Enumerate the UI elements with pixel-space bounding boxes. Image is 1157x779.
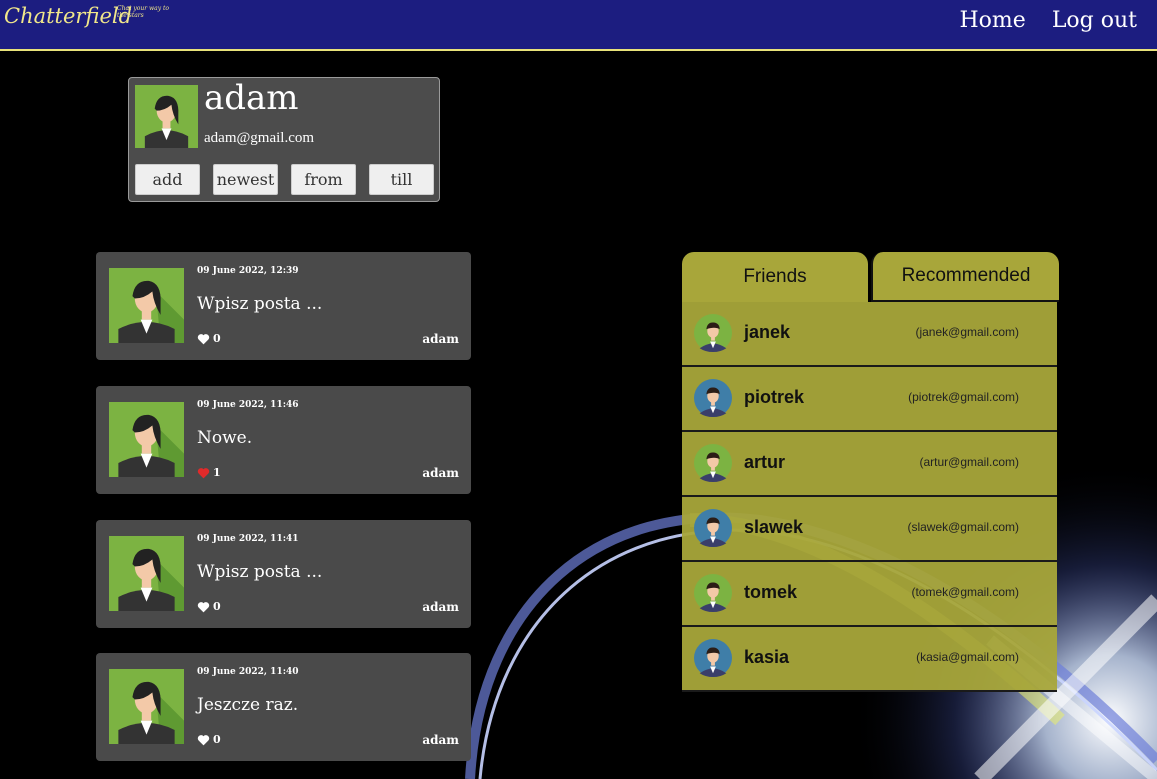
post-author-avatar-icon	[109, 536, 184, 611]
heart-icon	[197, 467, 210, 478]
man-blue-avatar-icon	[694, 639, 732, 677]
profile-card: adam adam@gmail.com add newest from till	[128, 77, 440, 202]
post-author[interactable]: adam	[422, 332, 459, 346]
heart-icon	[197, 601, 210, 612]
post-text: Wpisz posta ...	[197, 294, 323, 314]
brand-logo[interactable]: Chatterfield	[4, 4, 132, 28]
friends-tabs: Friends Recommended	[682, 252, 1059, 302]
friend-email: (artur@gmail.com)	[919, 455, 1019, 469]
friend-email: (kasia@gmail.com)	[916, 650, 1019, 664]
post-text: Wpisz posta ...	[197, 562, 323, 582]
like-count: 0	[213, 733, 221, 746]
user-avatar-icon	[135, 85, 198, 148]
friend-item[interactable]: slawek (slawek@gmail.com)	[682, 497, 1057, 562]
friend-name[interactable]: kasia	[744, 647, 789, 668]
friend-name[interactable]: piotrek	[744, 387, 804, 408]
post-author-avatar-icon	[109, 669, 184, 744]
friend-item[interactable]: tomek (tomek@gmail.com)	[682, 562, 1057, 627]
man-blue-avatar-icon	[694, 509, 732, 547]
friend-name[interactable]: tomek	[744, 582, 797, 603]
like-count: 0	[213, 332, 221, 345]
friend-item[interactable]: piotrek (piotrek@gmail.com)	[682, 367, 1057, 432]
man-green-avatar-icon	[694, 574, 732, 612]
friend-email: (janek@gmail.com)	[915, 325, 1019, 339]
till-button[interactable]: till	[369, 164, 434, 195]
post-date: 09 June 2022, 12:39	[197, 266, 299, 276]
friend-item[interactable]: janek (janek@gmail.com)	[682, 302, 1057, 367]
post-date: 09 June 2022, 11:40	[197, 667, 299, 677]
post-author[interactable]: adam	[422, 733, 459, 747]
like-count: 1	[213, 466, 221, 479]
logout-link[interactable]: Log out	[1052, 8, 1137, 33]
brand-tagline: Chat your way to the stars	[117, 5, 170, 19]
woman-green-avatar-icon	[694, 444, 732, 482]
friend-email: (slawek@gmail.com)	[907, 520, 1019, 534]
man-blue-avatar-icon	[694, 379, 732, 417]
from-button[interactable]: from	[291, 164, 356, 195]
profile-name: adam	[204, 78, 299, 118]
post-author-avatar-icon	[109, 402, 184, 477]
post-date: 09 June 2022, 11:46	[197, 400, 299, 410]
profile-actions: add newest from till	[135, 164, 434, 195]
post-author-avatar-icon	[109, 268, 184, 343]
add-button[interactable]: add	[135, 164, 200, 195]
tab-recommended[interactable]: Recommended	[871, 252, 1059, 302]
post-card[interactable]: 09 June 2022, 11:46 Nowe. 1 adam	[96, 386, 471, 494]
profile-email: adam@gmail.com	[204, 130, 315, 146]
friend-item[interactable]: artur (artur@gmail.com)	[682, 432, 1057, 497]
home-link[interactable]: Home	[960, 8, 1026, 33]
main-nav: Home Log out	[960, 8, 1138, 33]
post-card[interactable]: 09 June 2022, 11:41 Wpisz posta ... 0 ad…	[96, 520, 471, 628]
like-button[interactable]: 0	[197, 600, 221, 613]
friend-name[interactable]: artur	[744, 452, 785, 473]
friend-name[interactable]: slawek	[744, 517, 803, 538]
friend-name[interactable]: janek	[744, 322, 790, 343]
heart-icon	[197, 734, 210, 745]
friend-email: (tomek@gmail.com)	[911, 585, 1019, 599]
like-button[interactable]: 0	[197, 733, 221, 746]
top-navigation-bar: Chatterfield Chat your way to the stars …	[0, 0, 1157, 51]
like-button[interactable]: 1	[197, 466, 221, 479]
post-author[interactable]: adam	[422, 466, 459, 480]
post-card[interactable]: 09 June 2022, 12:39 Wpisz posta ... 0 ad…	[96, 252, 471, 360]
post-card[interactable]: 09 June 2022, 11:40 Jeszcze raz. 0 adam	[96, 653, 471, 761]
tab-friends[interactable]: Friends	[682, 252, 868, 302]
friend-item[interactable]: kasia (kasia@gmail.com)	[682, 627, 1057, 692]
post-text: Jeszcze raz.	[197, 695, 299, 715]
man-green-avatar-icon	[694, 314, 732, 352]
post-author[interactable]: adam	[422, 600, 459, 614]
heart-icon	[197, 333, 210, 344]
friend-email: (piotrek@gmail.com)	[908, 390, 1019, 404]
post-text: Nowe.	[197, 428, 253, 448]
friends-list: janek (janek@gmail.com) piotrek (piotrek…	[682, 302, 1057, 692]
like-button[interactable]: 0	[197, 332, 221, 345]
like-count: 0	[213, 600, 221, 613]
post-date: 09 June 2022, 11:41	[197, 534, 299, 544]
newest-button[interactable]: newest	[213, 164, 278, 195]
